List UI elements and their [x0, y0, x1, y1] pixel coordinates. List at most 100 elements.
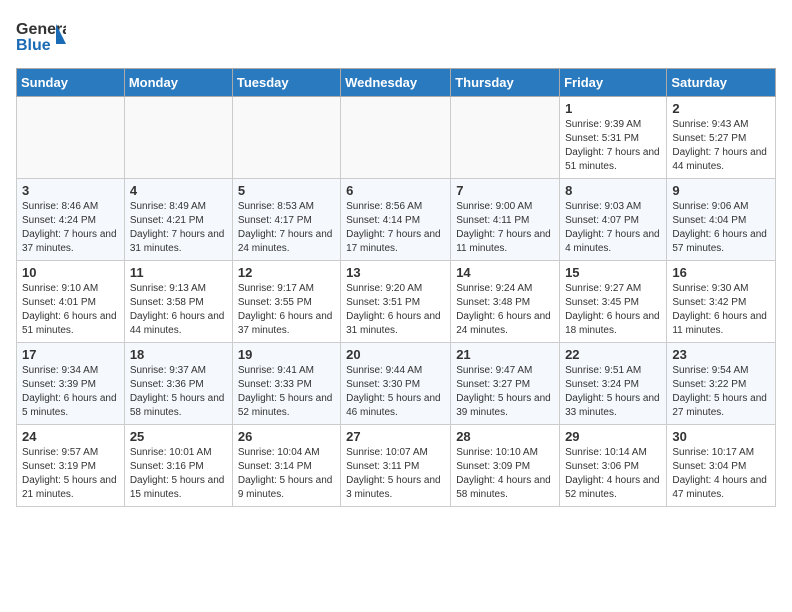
day-number: 3 [22, 183, 119, 198]
calendar-day-cell: 8 Sunrise: 9:03 AM Sunset: 4:07 PM Daylig… [560, 179, 667, 261]
day-info: Sunrise: 10:07 AM Sunset: 3:11 PM Daylig… [346, 446, 445, 502]
day-number: 25 [130, 429, 227, 444]
day-of-week-header: Wednesday [341, 69, 451, 97]
calendar-day-cell: 24 Sunrise: 9:57 AM Sunset: 3:19 PM Dayli… [17, 425, 125, 507]
day-number: 26 [238, 429, 335, 444]
calendar-day-cell: 22 Sunrise: 9:51 AM Sunset: 3:24 PM Dayli… [560, 343, 667, 425]
day-info: Sunrise: 10:17 AM Sunset: 3:04 PM Daylig… [672, 446, 770, 502]
day-number: 27 [346, 429, 445, 444]
calendar-day-cell [451, 97, 560, 179]
calendar-week-row: 3 Sunrise: 8:46 AM Sunset: 4:24 PM Daylig… [17, 179, 776, 261]
day-info: Sunrise: 8:46 AM Sunset: 4:24 PM Dayligh… [22, 200, 119, 256]
day-info: Sunrise: 9:57 AM Sunset: 3:19 PM Dayligh… [22, 446, 119, 502]
day-info: Sunrise: 9:41 AM Sunset: 3:33 PM Dayligh… [238, 364, 335, 420]
day-info: Sunrise: 8:56 AM Sunset: 4:14 PM Dayligh… [346, 200, 445, 256]
day-info: Sunrise: 9:00 AM Sunset: 4:11 PM Dayligh… [456, 200, 554, 256]
calendar-week-row: 24 Sunrise: 9:57 AM Sunset: 3:19 PM Dayli… [17, 425, 776, 507]
calendar-header-row: SundayMondayTuesdayWednesdayThursdayFrid… [17, 69, 776, 97]
day-number: 23 [672, 347, 770, 362]
day-number: 28 [456, 429, 554, 444]
day-info: Sunrise: 9:03 AM Sunset: 4:07 PM Dayligh… [565, 200, 661, 256]
day-info: Sunrise: 9:37 AM Sunset: 3:36 PM Dayligh… [130, 364, 227, 420]
calendar-day-cell: 17 Sunrise: 9:34 AM Sunset: 3:39 PM Dayli… [17, 343, 125, 425]
calendar-day-cell: 15 Sunrise: 9:27 AM Sunset: 3:45 PM Dayli… [560, 261, 667, 343]
calendar-day-cell [341, 97, 451, 179]
day-number: 24 [22, 429, 119, 444]
day-number: 19 [238, 347, 335, 362]
calendar-week-row: 17 Sunrise: 9:34 AM Sunset: 3:39 PM Dayli… [17, 343, 776, 425]
day-info: Sunrise: 9:06 AM Sunset: 4:04 PM Dayligh… [672, 200, 770, 256]
calendar-day-cell: 13 Sunrise: 9:20 AM Sunset: 3:51 PM Dayli… [341, 261, 451, 343]
day-number: 22 [565, 347, 661, 362]
day-number: 2 [672, 101, 770, 116]
calendar-day-cell [17, 97, 125, 179]
day-of-week-header: Sunday [17, 69, 125, 97]
day-number: 1 [565, 101, 661, 116]
day-info: Sunrise: 9:10 AM Sunset: 4:01 PM Dayligh… [22, 282, 119, 338]
day-number: 7 [456, 183, 554, 198]
calendar-day-cell: 19 Sunrise: 9:41 AM Sunset: 3:33 PM Dayli… [232, 343, 340, 425]
calendar-day-cell: 26 Sunrise: 10:04 AM Sunset: 3:14 PM Dayl… [232, 425, 340, 507]
day-number: 21 [456, 347, 554, 362]
calendar-day-cell: 11Sunrise: 9:13 AM Sunset: 3:58 PM Dayli… [124, 261, 232, 343]
calendar-day-cell: 16 Sunrise: 9:30 AM Sunset: 3:42 PM Dayli… [667, 261, 776, 343]
day-info: Sunrise: 9:54 AM Sunset: 3:22 PM Dayligh… [672, 364, 770, 420]
day-info: Sunrise: 10:04 AM Sunset: 3:14 PM Daylig… [238, 446, 335, 502]
day-number: 16 [672, 265, 770, 280]
day-info: Sunrise: 10:01 AM Sunset: 3:16 PM Daylig… [130, 446, 227, 502]
calendar-day-cell: 30Sunrise: 10:17 AM Sunset: 3:04 PM Dayl… [667, 425, 776, 507]
calendar-day-cell: 2Sunrise: 9:43 AM Sunset: 5:27 PM Daylig… [667, 97, 776, 179]
day-number: 13 [346, 265, 445, 280]
day-number: 11 [130, 265, 227, 280]
day-info: Sunrise: 9:27 AM Sunset: 3:45 PM Dayligh… [565, 282, 661, 338]
day-number: 8 [565, 183, 661, 198]
day-number: 6 [346, 183, 445, 198]
calendar-day-cell: 25 Sunrise: 10:01 AM Sunset: 3:16 PM Dayl… [124, 425, 232, 507]
day-info: Sunrise: 9:44 AM Sunset: 3:30 PM Dayligh… [346, 364, 445, 420]
day-info: Sunrise: 9:34 AM Sunset: 3:39 PM Dayligh… [22, 364, 119, 420]
logo-icon: General Blue [16, 16, 66, 56]
calendar-day-cell [232, 97, 340, 179]
day-of-week-header: Friday [560, 69, 667, 97]
day-info: Sunrise: 9:17 AM Sunset: 3:55 PM Dayligh… [238, 282, 335, 338]
calendar-day-cell: 23 Sunrise: 9:54 AM Sunset: 3:22 PM Dayli… [667, 343, 776, 425]
calendar-day-cell [124, 97, 232, 179]
day-info: Sunrise: 10:14 AM Sunset: 3:06 PM Daylig… [565, 446, 661, 502]
day-number: 14 [456, 265, 554, 280]
day-info: Sunrise: 8:53 AM Sunset: 4:17 PM Dayligh… [238, 200, 335, 256]
day-info: Sunrise: 9:51 AM Sunset: 3:24 PM Dayligh… [565, 364, 661, 420]
calendar-day-cell: 7 Sunrise: 9:00 AM Sunset: 4:11 PM Daylig… [451, 179, 560, 261]
calendar-day-cell: 9Sunrise: 9:06 AM Sunset: 4:04 PM Daylig… [667, 179, 776, 261]
day-number: 29 [565, 429, 661, 444]
calendar-day-cell: 21 Sunrise: 9:47 AM Sunset: 3:27 PM Dayli… [451, 343, 560, 425]
svg-text:Blue: Blue [16, 37, 51, 54]
day-info: Sunrise: 8:49 AM Sunset: 4:21 PM Dayligh… [130, 200, 227, 256]
calendar-day-cell: 14 Sunrise: 9:24 AM Sunset: 3:48 PM Dayli… [451, 261, 560, 343]
day-number: 17 [22, 347, 119, 362]
day-number: 5 [238, 183, 335, 198]
calendar-week-row: 1 Sunrise: 9:39 AM Sunset: 5:31 PM Daylig… [17, 97, 776, 179]
day-info: Sunrise: 9:39 AM Sunset: 5:31 PM Dayligh… [565, 118, 661, 174]
calendar-day-cell: 1 Sunrise: 9:39 AM Sunset: 5:31 PM Daylig… [560, 97, 667, 179]
day-number: 18 [130, 347, 227, 362]
day-of-week-header: Monday [124, 69, 232, 97]
calendar-day-cell: 18 Sunrise: 9:37 AM Sunset: 3:36 PM Dayli… [124, 343, 232, 425]
day-info: Sunrise: 9:24 AM Sunset: 3:48 PM Dayligh… [456, 282, 554, 338]
day-info: Sunrise: 9:20 AM Sunset: 3:51 PM Dayligh… [346, 282, 445, 338]
calendar-day-cell: 29 Sunrise: 10:14 AM Sunset: 3:06 PM Dayl… [560, 425, 667, 507]
calendar-day-cell: 4Sunrise: 8:49 AM Sunset: 4:21 PM Daylig… [124, 179, 232, 261]
day-info: Sunrise: 9:47 AM Sunset: 3:27 PM Dayligh… [456, 364, 554, 420]
day-info: Sunrise: 9:30 AM Sunset: 3:42 PM Dayligh… [672, 282, 770, 338]
day-number: 20 [346, 347, 445, 362]
calendar-day-cell: 3 Sunrise: 8:46 AM Sunset: 4:24 PM Daylig… [17, 179, 125, 261]
calendar-day-cell: 27 Sunrise: 10:07 AM Sunset: 3:11 PM Dayl… [341, 425, 451, 507]
logo: General Blue [16, 16, 66, 56]
calendar-day-cell: 10 Sunrise: 9:10 AM Sunset: 4:01 PM Dayli… [17, 261, 125, 343]
calendar-day-cell: 12Sunrise: 9:17 AM Sunset: 3:55 PM Dayli… [232, 261, 340, 343]
calendar-day-cell: 20 Sunrise: 9:44 AM Sunset: 3:30 PM Dayli… [341, 343, 451, 425]
day-number: 10 [22, 265, 119, 280]
day-number: 15 [565, 265, 661, 280]
page-header: General Blue [16, 16, 776, 56]
day-of-week-header: Tuesday [232, 69, 340, 97]
day-info: Sunrise: 10:10 AM Sunset: 3:09 PM Daylig… [456, 446, 554, 502]
